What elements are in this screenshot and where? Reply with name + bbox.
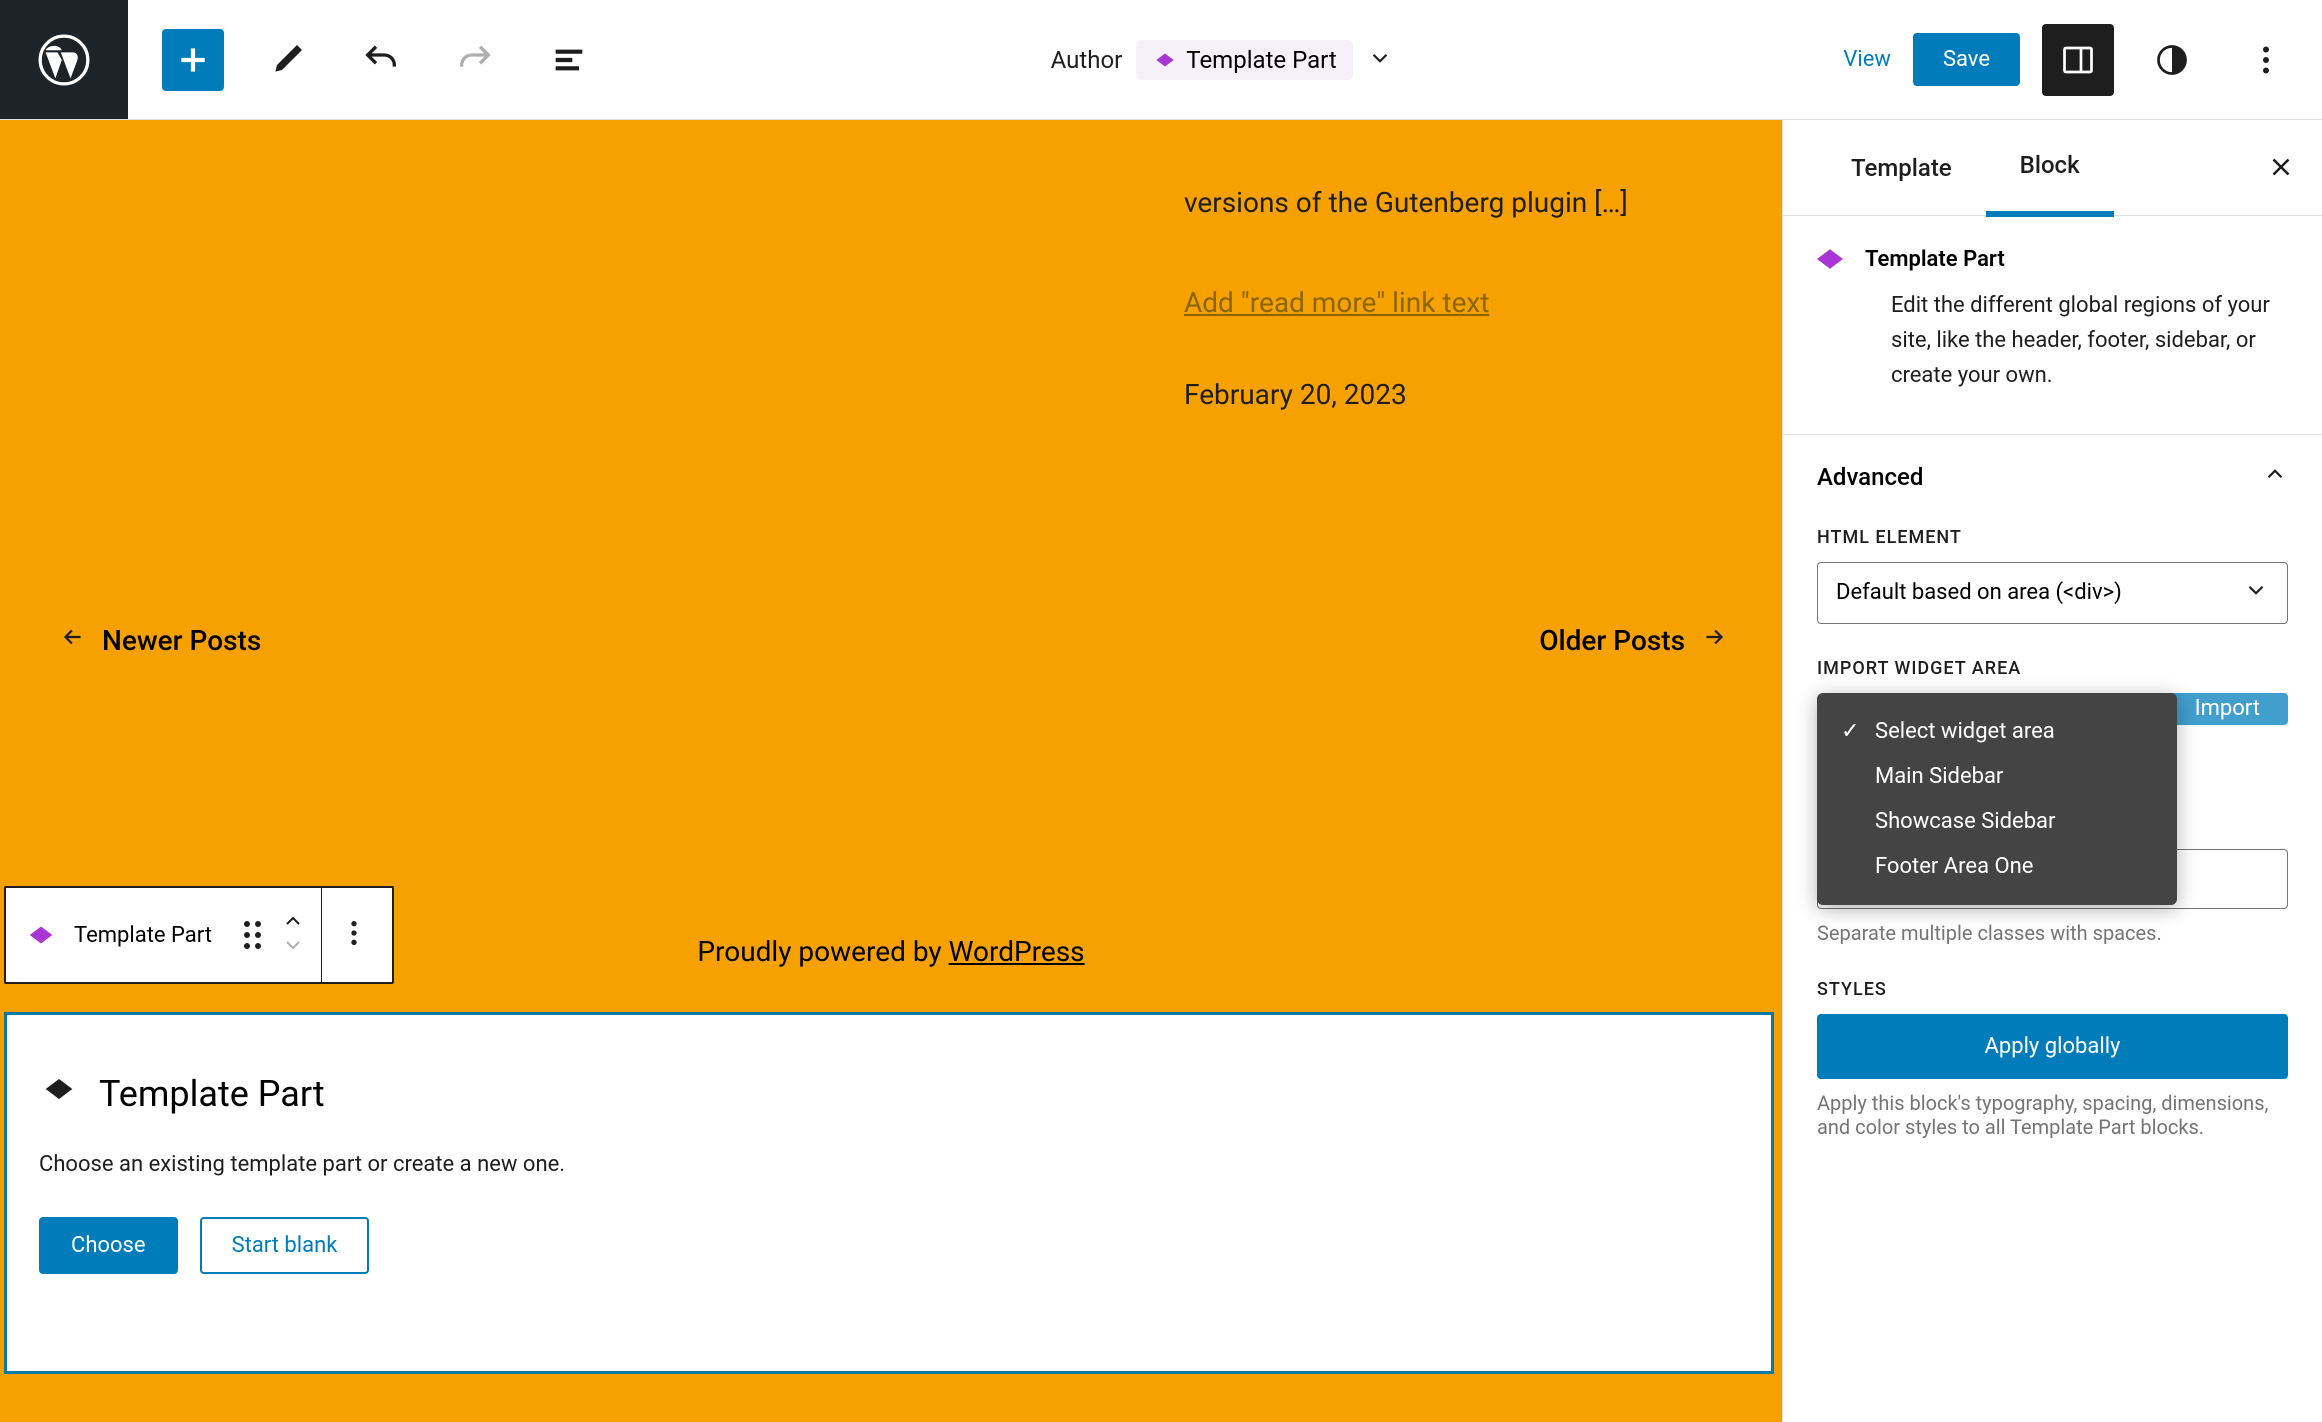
wordpress-logo[interactable] <box>0 0 128 119</box>
dropdown-option-select[interactable]: Select widget area <box>1817 709 2177 754</box>
styles-toggle[interactable] <box>2136 24 2208 96</box>
html-element-value: Default based on area (<div>) <box>1836 580 2122 605</box>
excerpt-text: versions of the Gutenberg plugin […] <box>1184 186 1628 219</box>
powered-by-prefix: Proudly powered by <box>697 935 948 968</box>
older-posts-link[interactable]: Older Posts <box>1539 624 1727 657</box>
placeholder-title: Template Part <box>99 1073 325 1115</box>
older-posts-label: Older Posts <box>1539 624 1685 657</box>
options-button[interactable] <box>2230 24 2302 96</box>
chevron-up-icon <box>2262 461 2288 493</box>
dropdown-option-showcase-sidebar[interactable]: Showcase Sidebar <box>1817 799 2177 844</box>
tab-template[interactable]: Template <box>1817 122 1986 214</box>
tools-button[interactable] <box>256 29 318 91</box>
html-element-label: HTML ELEMENT <box>1817 527 2288 548</box>
import-widget-label: IMPORT WIDGET AREA <box>1817 658 2288 679</box>
settings-sidebar-toggle[interactable] <box>2042 24 2114 96</box>
apply-globally-help: Apply this block's typography, spacing, … <box>1817 1091 2288 1139</box>
close-sidebar-button[interactable] <box>2266 152 2296 186</box>
post-date: February 20, 2023 <box>1184 374 1704 416</box>
styles-label: STYLES <box>1817 979 2288 1000</box>
template-part-icon <box>1811 240 1850 279</box>
apply-globally-button[interactable]: Apply globally <box>1817 1014 2288 1079</box>
wordpress-link[interactable]: WordPress <box>949 935 1085 968</box>
block-inserter-button[interactable] <box>162 29 224 91</box>
dropdown-option-main-sidebar[interactable]: Main Sidebar <box>1817 754 2177 799</box>
dropdown-option-footer-area-one[interactable]: Footer Area One <box>1817 844 2177 889</box>
document-label: Author <box>1051 46 1123 74</box>
html-element-select[interactable]: Default based on area (<div>) <box>1817 562 2288 624</box>
powered-by: Proudly powered by WordPress <box>0 935 1782 968</box>
block-description: Edit the different global regions of you… <box>1891 288 2288 394</box>
placeholder-description: Choose an existing template part or crea… <box>39 1152 1739 1177</box>
newer-posts-label: Newer Posts <box>102 624 261 657</box>
arrow-left-icon <box>60 624 86 657</box>
start-blank-button[interactable]: Start blank <box>200 1217 370 1274</box>
move-up-button[interactable] <box>281 914 305 932</box>
template-part-pill-label: Template Part <box>1186 46 1336 74</box>
editor-canvas[interactable]: versions of the Gutenberg plugin […] Add… <box>0 120 1782 1422</box>
template-part-icon <box>39 1069 79 1118</box>
post-excerpt: versions of the Gutenberg plugin […] Add… <box>1184 182 1704 416</box>
save-button[interactable]: Save <box>1913 33 2020 86</box>
import-button[interactable]: Import <box>2167 693 2288 725</box>
list-view-button[interactable] <box>538 29 600 91</box>
choose-button[interactable]: Choose <box>39 1217 178 1274</box>
settings-sidebar: Template Block Template Part Edit the di… <box>1782 120 2322 1422</box>
view-link[interactable]: View <box>1843 47 1891 72</box>
block-name: Template Part <box>1865 247 2005 272</box>
css-classes-help: Separate multiple classes with spaces. <box>1817 921 2288 945</box>
template-part-pill[interactable]: Template Part <box>1136 40 1352 80</box>
template-part-placeholder: Template Part Choose an existing templat… <box>4 1012 1774 1374</box>
chevron-down-icon <box>2243 577 2269 609</box>
widget-area-dropdown: Select widget area Main Sidebar Showcase… <box>1817 693 2177 905</box>
tab-block[interactable]: Block <box>1986 120 2114 217</box>
read-more-link[interactable]: Add "read more" link text <box>1184 282 1704 324</box>
undo-button[interactable] <box>350 29 412 91</box>
chevron-down-icon[interactable] <box>1367 45 1393 75</box>
editor-topbar: Author Template Part View Save <box>0 0 2322 120</box>
advanced-label: Advanced <box>1817 463 1923 491</box>
advanced-panel-toggle[interactable]: Advanced <box>1817 461 2288 493</box>
arrow-right-icon <box>1701 624 1727 657</box>
redo-button[interactable] <box>444 29 506 91</box>
newer-posts-link[interactable]: Newer Posts <box>60 624 261 657</box>
template-part-icon <box>1152 47 1178 73</box>
